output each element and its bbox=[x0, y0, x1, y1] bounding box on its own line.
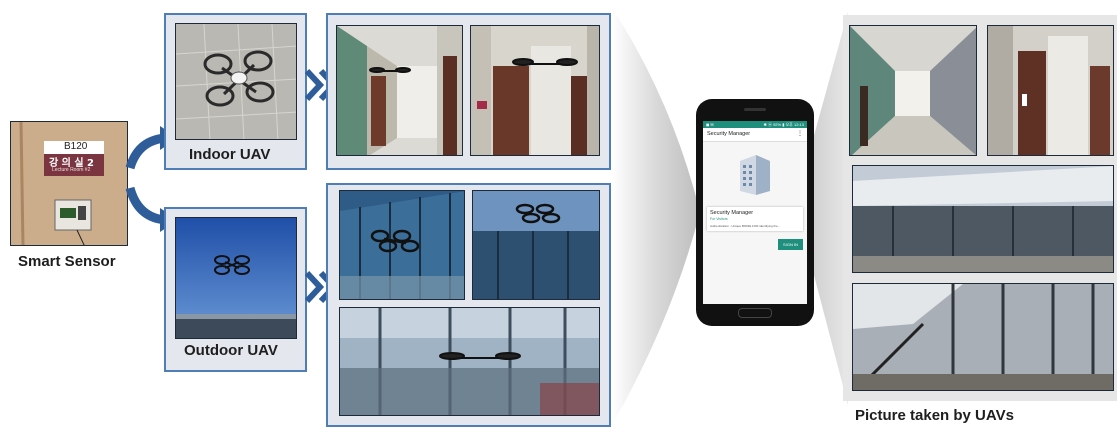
app-info-card: Security Manager For Visitors Authentica… bbox=[707, 207, 803, 231]
sign-in-button[interactable]: SIGN IN bbox=[778, 239, 803, 250]
app-screen: ◼ ✉ ✱ ⓦ 92% ▮ 오후 12:13 Security Manager … bbox=[703, 121, 807, 304]
outdoor-building-photo-3 bbox=[339, 307, 600, 416]
outdoor-uav-caption: Outdoor UAV bbox=[184, 342, 278, 359]
card-detail: Authentication : Unique BODIE FOR identi… bbox=[710, 224, 781, 228]
status-bar: ◼ ✉ ✱ ⓦ 92% ▮ 오후 12:13 bbox=[703, 121, 807, 128]
indoor-corridor-photo-1 bbox=[336, 25, 463, 156]
smart-sensor-photo bbox=[10, 121, 128, 246]
result-outdoor-photo-1 bbox=[852, 165, 1114, 273]
status-left: ◼ ✉ bbox=[706, 122, 714, 127]
room-name-english: Lecture Room #2 bbox=[52, 167, 91, 173]
results-caption: Picture taken by UAVs bbox=[855, 407, 1014, 424]
outdoor-building-photo-1 bbox=[339, 190, 465, 300]
funnel-to-phone-shape bbox=[612, 8, 700, 425]
indoor-uav-caption: Indoor UAV bbox=[189, 146, 271, 163]
smartphone: ◼ ✉ ✱ ⓦ 92% ▮ 오후 12:13 Security Manager … bbox=[696, 99, 814, 326]
card-title: Security Manager bbox=[710, 210, 754, 216]
indoor-corridor-photo-2 bbox=[470, 25, 600, 156]
phone-earpiece bbox=[744, 108, 766, 111]
result-corridor-photo-2 bbox=[987, 25, 1114, 156]
result-corridor-photo-1 bbox=[849, 25, 977, 156]
indoor-uav-photo bbox=[175, 23, 297, 140]
card-subtitle: For Visitors bbox=[710, 217, 728, 221]
home-button[interactable] bbox=[738, 308, 772, 318]
outdoor-building-photo-2 bbox=[472, 190, 600, 300]
result-outdoor-photo-2 bbox=[852, 283, 1114, 391]
app-title: Security Manager bbox=[707, 131, 751, 137]
outdoor-uav-photo bbox=[175, 217, 297, 339]
overflow-menu-icon[interactable]: ⋮ bbox=[797, 128, 803, 141]
status-right: ✱ ⓦ 92% ▮ 오후 12:13 bbox=[763, 122, 805, 127]
room-number: B120 bbox=[64, 141, 88, 152]
app-bar: Security Manager ⋮ bbox=[703, 128, 807, 142]
smart-sensor-caption: Smart Sensor bbox=[18, 253, 116, 270]
building-icon bbox=[740, 155, 770, 195]
